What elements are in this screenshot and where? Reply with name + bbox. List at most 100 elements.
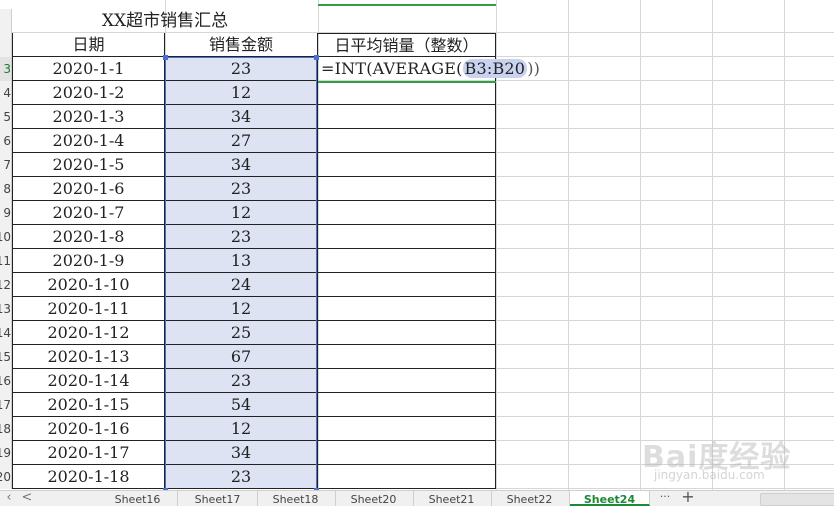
amount-cell[interactable]: 54 — [165, 393, 318, 417]
amount-cell[interactable]: 12 — [165, 297, 318, 321]
sheet-tab[interactable]: Sheet24 — [570, 491, 650, 506]
amount-cell[interactable]: 23 — [165, 225, 318, 249]
row-number[interactable]: 10 — [0, 225, 12, 249]
row-number[interactable]: 12 — [0, 273, 12, 297]
average-cell[interactable] — [318, 393, 496, 417]
row-number[interactable]: 17 — [0, 393, 12, 417]
average-cell[interactable] — [318, 465, 496, 489]
prev-sheet-icon[interactable]: < — [18, 491, 36, 506]
table-row: 9 2020-1-7 12 — [0, 201, 834, 225]
first-sheet-icon[interactable]: ‹ — [0, 491, 18, 506]
amount-cell[interactable]: 13 — [165, 249, 318, 273]
average-cell[interactable] — [318, 321, 496, 345]
amount-cell[interactable]: 23 — [165, 57, 318, 81]
row-number[interactable] — [0, 33, 12, 57]
date-cell[interactable]: 2020-1-11 — [12, 297, 165, 321]
table-row: 3 2020-1-1 23 =INT(AVERAGE(B3:B20)) — [0, 57, 834, 81]
add-sheet-icon[interactable]: + — [678, 489, 698, 505]
date-cell[interactable]: 2020-1-5 — [12, 153, 165, 177]
date-cell[interactable]: 2020-1-14 — [12, 369, 165, 393]
average-cell[interactable] — [318, 249, 496, 273]
header-average-cell[interactable]: 日平均销量（整数） — [318, 33, 496, 57]
row-number[interactable]: 5 — [0, 105, 12, 129]
row-number[interactable]: 20 — [0, 465, 12, 489]
row-number[interactable]: 14 — [0, 321, 12, 345]
amount-cell[interactable]: 23 — [165, 369, 318, 393]
average-cell[interactable] — [318, 177, 496, 201]
table-row: 202020-1-1823 — [0, 465, 834, 489]
formula-cell[interactable]: =INT(AVERAGE(B3:B20)) — [318, 57, 540, 81]
amount-cell[interactable]: 23 — [165, 465, 318, 489]
date-cell[interactable]: 2020-1-2 — [12, 81, 165, 105]
sheet-tab[interactable]: Sheet17 — [178, 491, 258, 506]
average-cell[interactable] — [318, 273, 496, 297]
amount-cell[interactable]: 34 — [165, 441, 318, 465]
date-cell[interactable]: 2020-1-12 — [12, 321, 165, 345]
date-cell[interactable]: 2020-1-17 — [12, 441, 165, 465]
row-number[interactable]: 8 — [0, 177, 12, 201]
row-number[interactable]: 6 — [0, 129, 12, 153]
date-cell[interactable]: 2020-1-8 — [12, 225, 165, 249]
sheet-tab[interactable]: Sheet22 — [490, 491, 570, 506]
table-row: 122020-1-1024 — [0, 273, 834, 297]
date-cell[interactable]: 2020-1-3 — [12, 105, 165, 129]
header-amount-cell[interactable]: 销售金额 — [165, 33, 318, 57]
table-row: XX超市销售汇总 — [0, 9, 834, 33]
amount-cell[interactable]: 67 — [165, 345, 318, 369]
row-number[interactable]: 4 — [0, 81, 12, 105]
sheet-tab[interactable]: Sheet21 — [412, 491, 492, 506]
average-cell[interactable] — [318, 417, 496, 441]
date-cell[interactable]: 2020-1-18 — [12, 465, 165, 489]
table-row: 132020-1-1112 — [0, 297, 834, 321]
amount-cell[interactable]: 12 — [165, 417, 318, 441]
amount-cell[interactable]: 34 — [165, 105, 318, 129]
amount-cell[interactable]: 12 — [165, 201, 318, 225]
amount-cell[interactable]: 25 — [165, 321, 318, 345]
average-cell[interactable] — [318, 105, 496, 129]
date-cell[interactable]: 2020-1-9 — [12, 249, 165, 273]
row-number[interactable]: 19 — [0, 441, 12, 465]
average-cell[interactable] — [318, 369, 496, 393]
row-number[interactable]: 7 — [0, 153, 12, 177]
spreadsheet-grid[interactable]: XX超市销售汇总 日期 销售金额 日平均销量（整数） 3 2020-1-1 23 =INT(A… — [0, 0, 834, 490]
row-number[interactable]: 16 — [0, 369, 12, 393]
sheet-tab[interactable]: Sheet18 — [256, 491, 336, 506]
sheet-title-cell[interactable]: XX超市销售汇总 — [12, 9, 318, 33]
row-number[interactable]: 15 — [0, 345, 12, 369]
amount-cell[interactable]: 34 — [165, 153, 318, 177]
date-cell[interactable]: 2020-1-7 — [12, 201, 165, 225]
date-cell[interactable]: 2020-1-16 — [12, 417, 165, 441]
amount-cell[interactable]: 23 — [165, 177, 318, 201]
average-cell[interactable] — [318, 225, 496, 249]
average-cell[interactable] — [318, 81, 496, 105]
date-cell[interactable]: 2020-1-10 — [12, 273, 165, 297]
row-number[interactable]: 9 — [0, 201, 12, 225]
date-cell[interactable]: 2020-1-13 — [12, 345, 165, 369]
average-cell[interactable] — [318, 345, 496, 369]
sheet-tab[interactable]: Sheet16 — [98, 491, 178, 506]
row-number[interactable]: 11 — [0, 249, 12, 273]
row-number[interactable]: 3 — [0, 57, 12, 81]
amount-cell[interactable]: 24 — [165, 273, 318, 297]
date-cell[interactable]: 2020-1-15 — [12, 393, 165, 417]
row-number[interactable] — [0, 9, 12, 33]
row-number[interactable]: 13 — [0, 297, 12, 321]
date-cell[interactable]: 2020-1-6 — [12, 177, 165, 201]
average-cell[interactable] — [318, 297, 496, 321]
active-cell-border-top — [318, 4, 496, 6]
amount-cell[interactable]: 27 — [165, 129, 318, 153]
sheet-tab[interactable]: Sheet20 — [334, 491, 414, 506]
row-number[interactable]: 18 — [0, 417, 12, 441]
table-row: 5 2020-1-3 34 — [0, 105, 834, 129]
table-row: 152020-1-1367 — [0, 345, 834, 369]
horizontal-scrollbar[interactable] — [760, 493, 834, 506]
average-cell[interactable] — [318, 129, 496, 153]
average-cell[interactable] — [318, 441, 496, 465]
amount-cell[interactable]: 12 — [165, 81, 318, 105]
more-sheets-icon[interactable]: ··· — [655, 491, 675, 506]
average-cell[interactable] — [318, 201, 496, 225]
date-cell[interactable]: 2020-1-1 — [12, 57, 165, 81]
date-cell[interactable]: 2020-1-4 — [12, 129, 165, 153]
header-date-cell[interactable]: 日期 — [12, 33, 165, 57]
average-cell[interactable] — [318, 153, 496, 177]
